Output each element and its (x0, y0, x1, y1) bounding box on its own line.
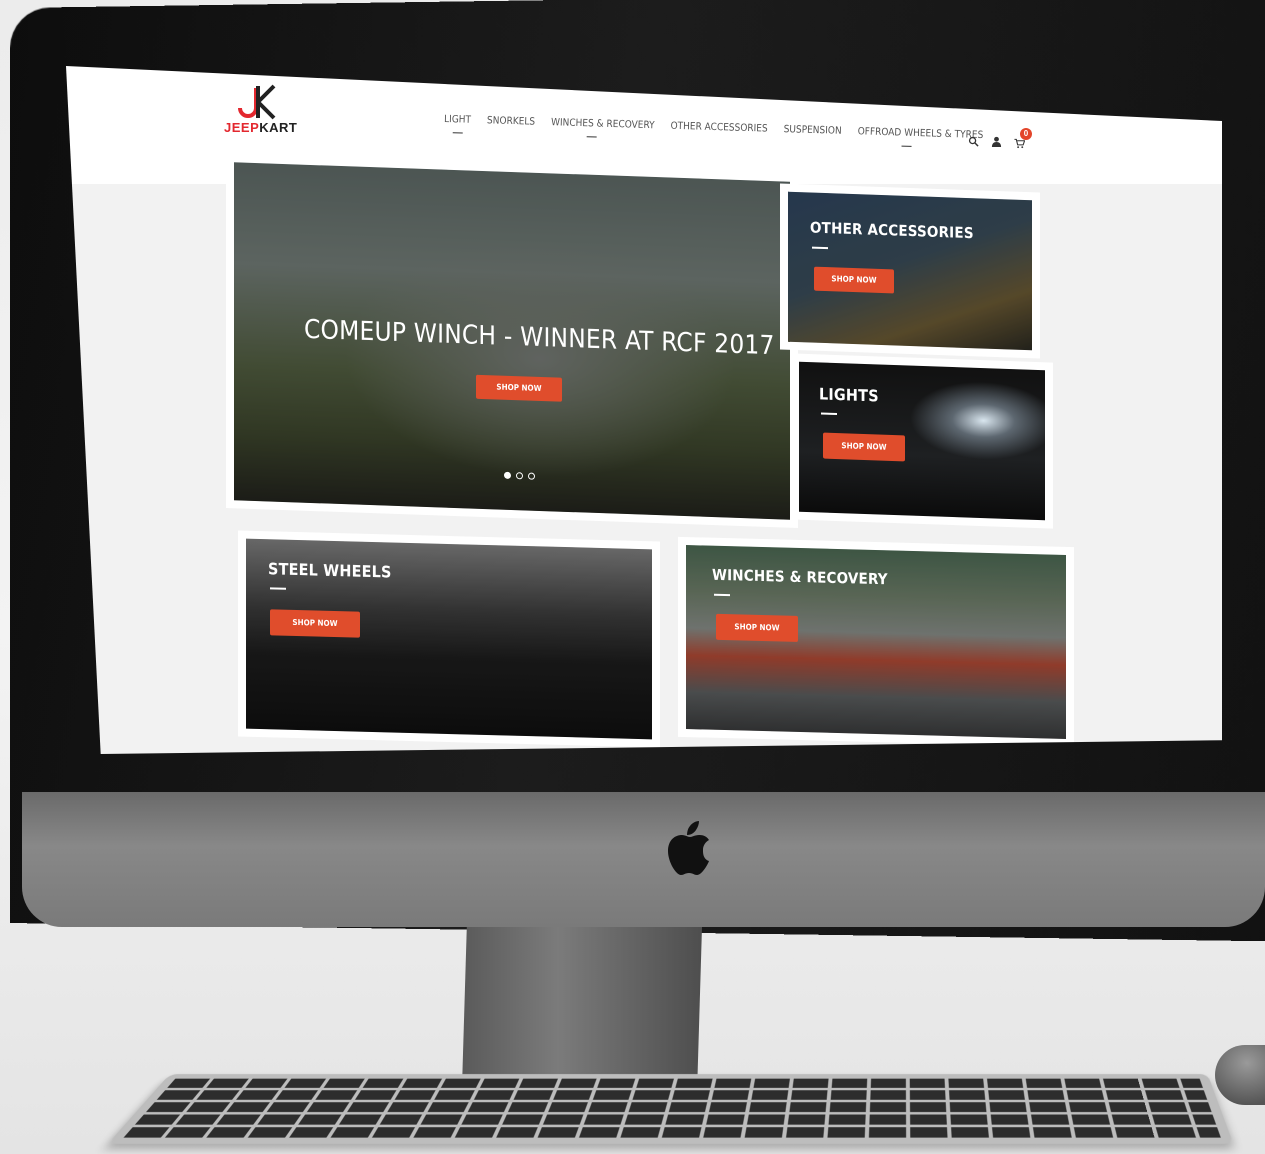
mouse (1215, 1045, 1265, 1105)
tile-winches-recovery-button[interactable]: SHOP NOW (716, 613, 798, 642)
slider-dot-1[interactable] (504, 471, 511, 479)
title-underline (821, 412, 837, 416)
slider-dot-2[interactable] (516, 472, 523, 480)
nav-item-other-accessories[interactable]: OTHER ACCESSORIES (670, 121, 767, 143)
keyboard (107, 1074, 1234, 1144)
nav-item-winches-recovery[interactable]: WINCHES & RECOVERY (551, 117, 655, 139)
cart-count-badge: 0 (1020, 128, 1032, 140)
tile-steel-wheels[interactable]: STEEL WHEELS SHOP NOW (246, 538, 652, 740)
tile-other-accessories-button[interactable]: SHOP NOW (814, 266, 894, 294)
imac-stand (462, 927, 702, 1087)
tile-other-accessories[interactable]: OTHER ACCESSORIES SHOP NOW (788, 191, 1032, 351)
search-icon[interactable] (968, 136, 979, 147)
screen: JEEPKART LIGHT SNORKELS WINCHES & RECOVE… (66, 66, 1222, 754)
jk-logo-icon (238, 84, 276, 120)
tile-lights-button[interactable]: SHOP NOW (823, 432, 905, 462)
tile-lights[interactable]: LIGHTS SHOP NOW (799, 361, 1045, 521)
main-nav: LIGHT SNORKELS WINCHES & RECOVERY OTHER … (444, 114, 984, 149)
tile-winches-recovery[interactable]: WINCHES & RECOVERY SHOP NOW (686, 545, 1066, 739)
title-underline (714, 593, 730, 597)
nav-item-suspension[interactable]: SUSPENSION (783, 124, 841, 145)
hero-shop-now-button[interactable]: SHOP NOW (476, 374, 562, 402)
slider-dot-3[interactable] (528, 472, 535, 480)
imac-chin (22, 792, 1265, 927)
hero-slider[interactable]: COMEUP WINCH - WINNER AT RCF 2017 SHOP N… (234, 162, 790, 520)
tile-lights-title: LIGHTS (819, 384, 879, 406)
tile-steel-wheels-title: STEEL WHEELS (268, 559, 392, 582)
user-icon[interactable] (991, 136, 1002, 147)
title-underline (270, 587, 286, 590)
brand-logo[interactable]: JEEPKART (224, 84, 314, 135)
apple-logo-icon (668, 821, 709, 875)
header-icons: 0 (968, 128, 1032, 149)
nav-item-offroad-wheels-tyres[interactable]: OFFROAD WHEELS & TYRES (857, 126, 983, 149)
cart-button[interactable]: 0 (1014, 128, 1032, 149)
brand-name: JEEPKART (224, 120, 298, 135)
nav-item-snorkels[interactable]: SNORKELS (487, 115, 535, 135)
tile-steel-wheels-button[interactable]: SHOP NOW (270, 609, 360, 638)
nav-item-light[interactable]: LIGHT (444, 114, 471, 134)
slider-dots (504, 471, 535, 480)
